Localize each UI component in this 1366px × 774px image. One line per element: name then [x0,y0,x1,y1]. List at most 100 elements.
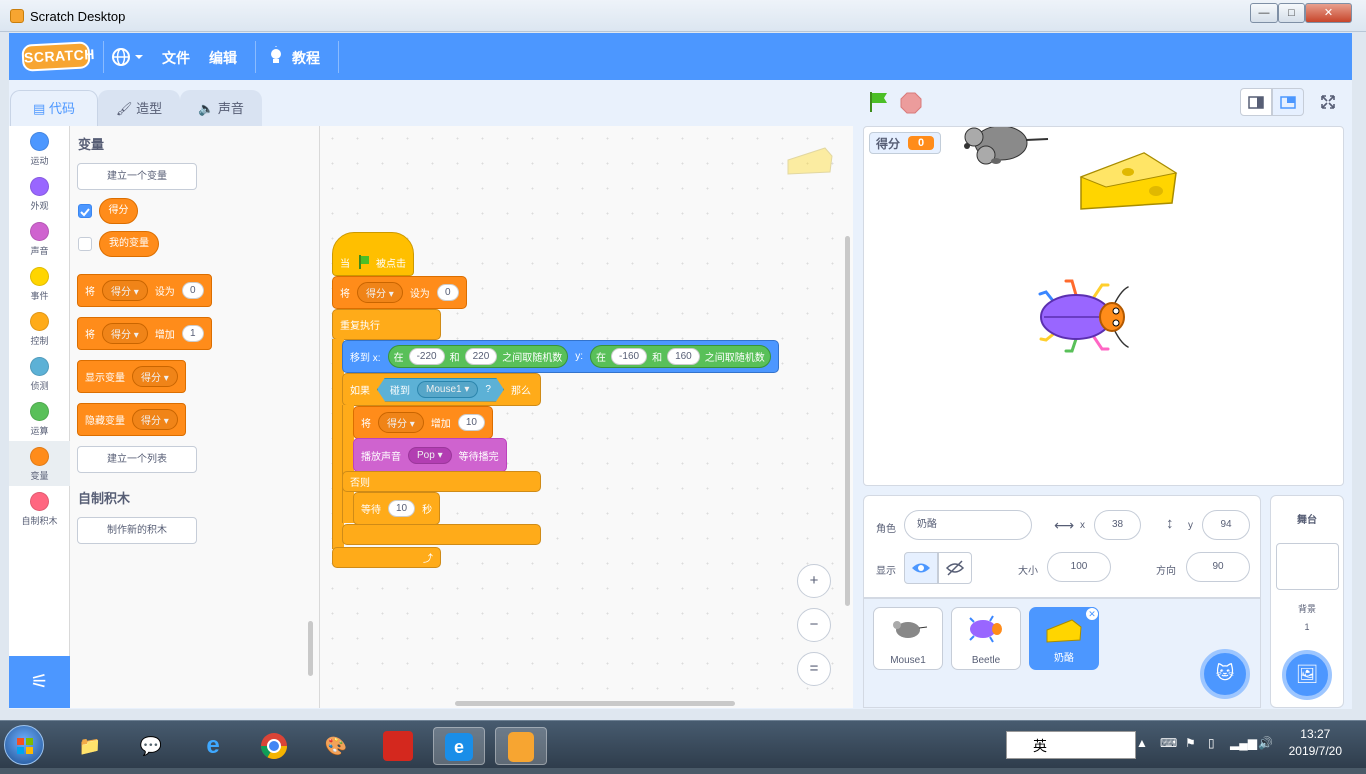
category-looks[interactable]: 外观 [9,171,70,212]
normal-stage-button[interactable] [1272,88,1304,116]
edit-menu[interactable]: 编辑 [209,48,237,68]
sprite-tile-mouse1[interactable]: Mouse1 [873,607,943,670]
direction-field[interactable]: 90 [1186,552,1250,582]
make-block-button[interactable]: 制作新的积木 [77,517,197,544]
mouse-sprite[interactable] [956,127,1051,169]
zoom-out-button[interactable]: − [797,608,831,642]
beetle-sprite[interactable] [1034,277,1129,355]
score-checkbox[interactable] [78,204,92,218]
x-field[interactable]: 38 [1094,510,1141,540]
value-input[interactable]: 1 [181,325,204,342]
add-extension-button[interactable]: ⚟ [9,656,70,708]
zoom-in-button[interactable]: + [797,564,831,598]
language-menu[interactable] [111,46,145,68]
close-button[interactable]: ✕ [1305,3,1352,23]
delete-sprite-button[interactable]: ✕ [1085,607,1099,621]
tab-costumes[interactable]: 🖌 造型 [98,90,180,126]
flag-tray-icon[interactable]: ⚑ [1185,736,1196,750]
variable-dropdown[interactable]: 得分 ▾ [132,409,178,430]
my-variable-reporter[interactable]: 我的变量 [99,231,159,257]
backdrop-thumbnail[interactable] [1276,543,1339,590]
change-variable-block[interactable]: 将 得分 ▾ 增加 1 [77,317,212,350]
score-reporter[interactable]: 得分 [99,198,138,224]
size-field[interactable]: 100 [1047,552,1111,582]
category-events[interactable]: 事件 [9,261,70,302]
when-flag-clicked-block[interactable]: 当 被点击 [332,232,414,276]
taskbar-wps[interactable] [372,727,424,765]
tab-sounds[interactable]: 🔈 声音 [180,90,262,126]
value-input[interactable]: 160 [667,348,700,365]
green-flag-button[interactable] [867,90,891,114]
sprite-name-field[interactable]: 奶酪 [904,510,1032,540]
palette-scrollbar[interactable] [308,621,313,676]
hide-variable-block[interactable]: 隐藏变量 得分 ▾ [77,403,186,436]
category-motion[interactable]: 运动 [9,126,70,167]
keyboard-tray-icon[interactable]: ⌨ [1160,736,1177,750]
random-y-reporter[interactable]: 在 -160 和 160 之间取随机数 [590,345,771,368]
stage-target-panel[interactable]: 舞台 背景 1 🖼 [1270,495,1344,708]
variable-dropdown[interactable]: 得分 ▾ [378,412,424,433]
stage-canvas[interactable]: 得分 0 [863,126,1344,486]
touch-target-dropdown[interactable]: Mouse1 ▾ [417,381,478,398]
category-operators[interactable]: 运算 [9,396,70,437]
taskbar-paint[interactable]: 🎨 [310,727,362,765]
tutorials-menu[interactable]: 教程 [267,46,327,68]
stop-button[interactable] [900,92,922,114]
ime-toolbar[interactable]: 英 [1006,731,1136,759]
variable-dropdown[interactable]: 得分 ▾ [132,366,178,387]
value-input[interactable]: -220 [408,348,445,365]
code-area[interactable]: 当 被点击 将 得分 ▾ 设为 0 重复执行 ⤴ 移到 x: 在 -220 和 220… [320,126,853,708]
minimize-button[interactable]: — [1250,3,1278,23]
network-tray-icon[interactable]: ▂▄▆ [1230,736,1257,750]
show-visible-button[interactable] [904,552,938,584]
my-variable-checkbox[interactable] [78,237,92,251]
value-input[interactable]: 0 [436,284,459,301]
add-backdrop-button[interactable]: 🖼 [1282,650,1332,700]
make-variable-button[interactable]: 建立一个变量 [77,163,197,190]
change-score-block[interactable]: 将 得分 ▾ 增加 10 [353,406,493,439]
show-hidden-button[interactable] [938,552,972,584]
sound-dropdown[interactable]: Pop ▾ [408,446,452,464]
code-horizontal-scrollbar[interactable] [455,701,735,706]
sprite-tile-beetle[interactable]: Beetle [951,607,1021,670]
forever-block[interactable]: 重复执行 [332,309,441,340]
zoom-reset-button[interactable]: = [797,652,831,686]
play-sound-block[interactable]: 播放声音 Pop ▾ 等待播完 [353,438,507,472]
variable-dropdown[interactable]: 得分 ▾ [357,282,403,303]
file-menu[interactable]: 文件 [162,48,190,68]
taskbar-scratch[interactable] [495,727,547,765]
taskbar-wechat[interactable]: 💬 [125,727,177,765]
scratch-logo[interactable]: SCRATCH [21,41,95,72]
variable-dropdown[interactable]: 得分 ▾ [102,280,148,301]
go-to-xy-block[interactable]: 移到 x: 在 -220 和 220 之间取随机数 y: 在 -160 和 160 之间取随机数 [342,340,779,373]
value-input[interactable]: 220 [464,348,498,365]
usb-tray-icon[interactable]: ▯ [1208,736,1215,750]
category-my-blocks[interactable]: 自制积木 [9,486,70,527]
clock[interactable]: 13:27 2019/7/20 [1289,726,1342,760]
set-variable-block[interactable]: 将 得分 ▾ 设为 0 [77,274,212,307]
fullscreen-button[interactable] [1314,88,1342,116]
taskbar-chrome[interactable] [248,727,300,765]
variable-dropdown[interactable]: 得分 ▾ [102,323,148,344]
add-sprite-button[interactable]: 🐱 [1200,649,1250,699]
random-x-reporter[interactable]: 在 -220 和 220 之间取随机数 [387,345,569,368]
category-variables[interactable]: 变量 [9,441,70,486]
wait-block[interactable]: 等待 10 秒 [353,492,441,525]
small-stage-button[interactable] [1240,88,1272,116]
start-button[interactable] [4,725,44,765]
score-monitor[interactable]: 得分 0 [869,132,942,154]
if-else-block[interactable]: 如果 碰到 Mouse1 ▾ ? 那么 [342,373,541,406]
category-sound[interactable]: 声音 [9,216,70,257]
y-field[interactable]: 94 [1202,510,1250,540]
taskbar-explorer[interactable]: 📁 [64,727,116,765]
tray-expand-icon[interactable]: ▲ [1136,736,1148,750]
taskbar-ie[interactable]: e [187,727,239,765]
show-variable-block[interactable]: 显示变量 得分 ▾ [77,360,186,393]
volume-tray-icon[interactable]: 🔊 [1258,736,1273,750]
category-sensing[interactable]: 侦测 [9,351,70,392]
tab-code[interactable]: ▤ 代码 [10,90,98,127]
value-input[interactable]: 10 [388,500,416,517]
set-score-block[interactable]: 将 得分 ▾ 设为 0 [332,276,467,309]
make-list-button[interactable]: 建立一个列表 [77,446,197,473]
value-input[interactable]: -160 [611,348,648,365]
